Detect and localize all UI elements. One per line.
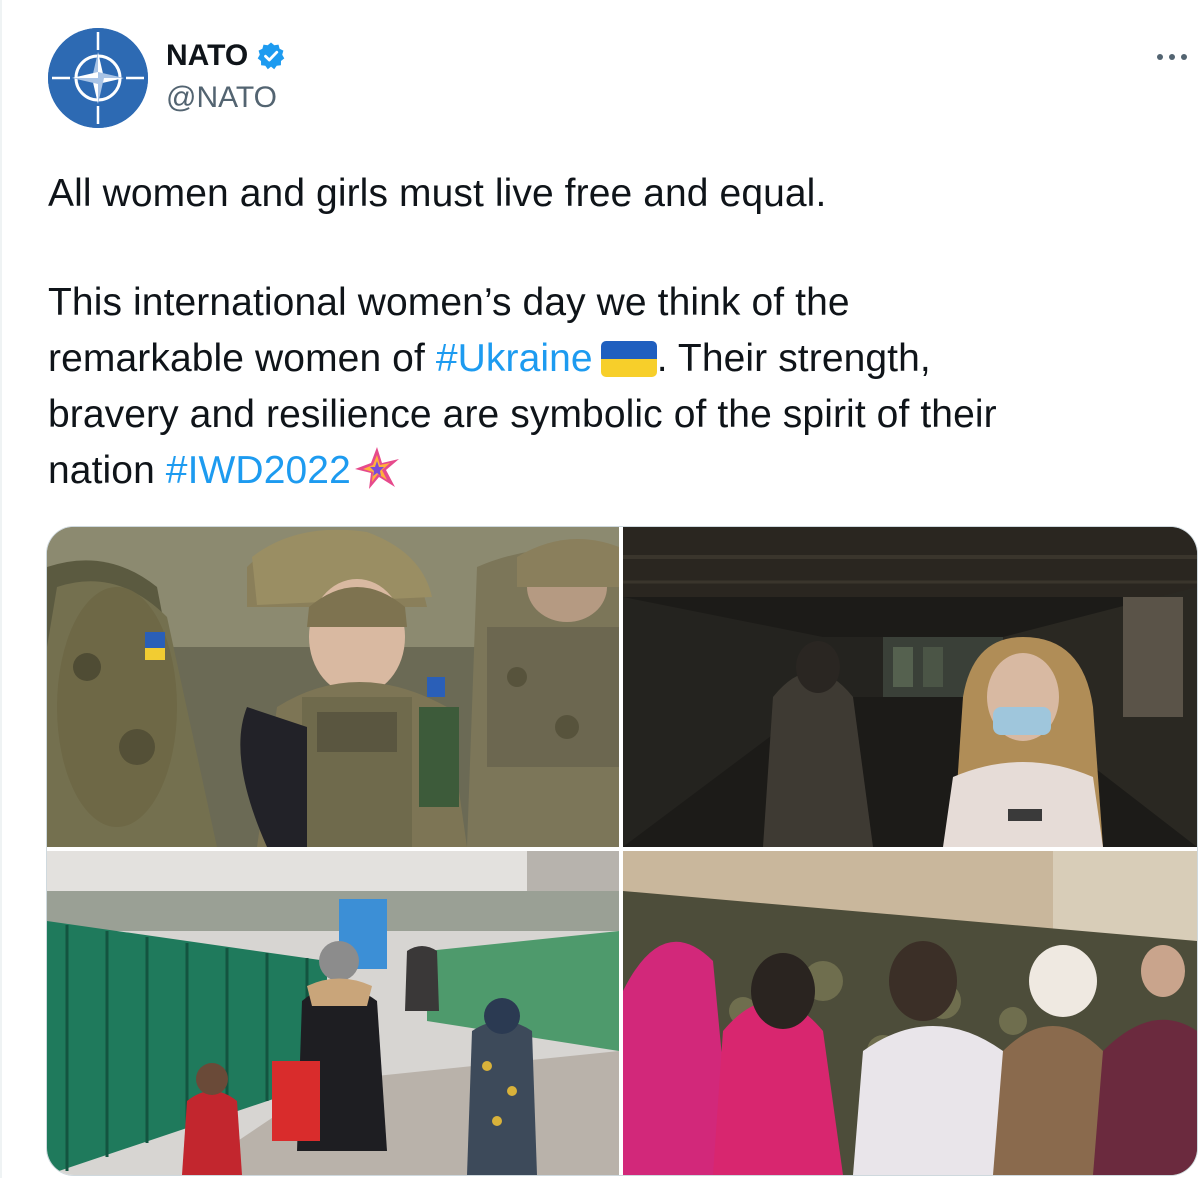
text-segment: remarkable women of <box>48 337 436 380</box>
tweet-text-paragraph: This international women’s day we think … <box>48 275 1188 499</box>
left-divider <box>0 0 2 1178</box>
photo-family-at-border-image <box>47 851 619 1175</box>
nato-avatar[interactable] <box>48 28 148 128</box>
more-options-icon[interactable] <box>1152 42 1196 72</box>
ukraine-flag-icon <box>600 341 657 377</box>
photo-woman-in-corridor-image <box>623 527 1197 847</box>
tweet-text-line: nation #IWD2022 <box>48 443 1188 499</box>
text-segment: bravery and resilience are symbolic of t… <box>48 393 997 436</box>
tweet-text-line: bravery and resilience are symbolic of t… <box>48 387 1188 443</box>
photo-women-weaving-nets-image <box>623 851 1197 1175</box>
tweet-text-line: remarkable women of #Ukraine . Their stre… <box>48 331 1188 387</box>
author-name-row[interactable]: NATO <box>166 38 286 74</box>
text-segment: . Their strength, <box>656 337 931 380</box>
photo-female-soldier[interactable] <box>47 527 619 847</box>
nato-compass-rose-icon <box>48 28 148 128</box>
photo-family-at-border[interactable] <box>47 851 619 1175</box>
display-name[interactable]: NATO <box>166 38 248 74</box>
verified-badge-icon <box>257 42 285 70</box>
tweet-text-line: This international women’s day we think … <box>48 275 1188 331</box>
hashtag-ukraine-link[interactable]: #Ukraine <box>436 337 593 380</box>
photo-woman-in-corridor[interactable] <box>623 527 1197 847</box>
iwd-star-icon <box>354 447 399 489</box>
media-grid <box>46 526 1198 1176</box>
hashtag-iwd2022-link[interactable]: #IWD2022 <box>166 449 351 492</box>
tweet-text-line1: All women and girls must live free and e… <box>48 172 827 215</box>
text-segment: This international women’s day we think … <box>48 281 850 324</box>
photo-women-weaving-nets[interactable] <box>623 851 1197 1175</box>
tweet-card: NATO @NATO All women and girls must live… <box>0 0 1200 1178</box>
account-handle[interactable]: @NATO <box>166 80 277 116</box>
photo-female-soldier-image <box>47 527 619 847</box>
text-segment: nation <box>48 449 166 492</box>
